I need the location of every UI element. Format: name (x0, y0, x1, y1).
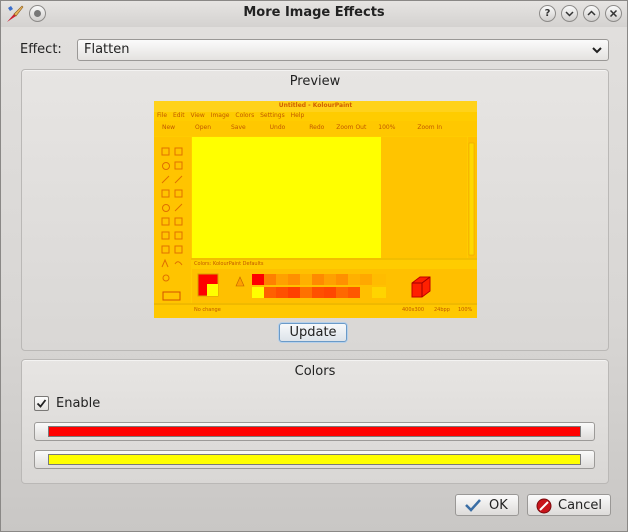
checkmark-icon (36, 399, 47, 408)
preview-tool-undo: Undo (269, 124, 286, 131)
flattened-preview-canvas (154, 101, 477, 318)
preview-group-title: Preview (289, 74, 341, 89)
preview-menu-colors: Colors (235, 112, 255, 119)
preview-thumb-status-size: 400x300 (402, 307, 425, 313)
window-title: More Image Effects (243, 5, 385, 20)
colors-group-title: Colors (294, 364, 336, 379)
preview-tool-save: Save (230, 124, 246, 131)
ok-button-label: OK (489, 498, 508, 513)
preview-tool-open: Open (195, 124, 212, 131)
preview-menu-help: Help (290, 112, 305, 119)
preview-tool-zoom-out: Zoom Out (336, 124, 367, 131)
color2-swatch (48, 454, 581, 465)
effect-select[interactable]: Flatten (77, 39, 609, 61)
preview-group: Preview Untitled - KolourPaint File Edit… (21, 69, 609, 351)
close-button[interactable] (605, 5, 622, 22)
update-button[interactable]: Update (279, 323, 347, 342)
help-button[interactable]: ? (539, 5, 556, 22)
title-bar: More Image Effects ? (1, 1, 627, 27)
color1-swatch (48, 426, 581, 437)
preview-thumb-status-left: No change (194, 307, 221, 313)
color2-button[interactable] (34, 450, 595, 469)
cancel-icon (536, 498, 552, 514)
dialog-window: More Image Effects ? Effect: Flatten Pre… (0, 0, 628, 532)
preview-menu-image: Image (210, 112, 230, 119)
checkmark-icon (465, 499, 481, 512)
minimize-button[interactable] (561, 5, 578, 22)
effect-select-value: Flatten (84, 42, 130, 57)
enable-checkbox[interactable] (34, 396, 49, 411)
preview-tool-redo: Redo (309, 124, 325, 131)
preview-thumb-menu: File Edit View Image Colors Settings Hel… (157, 112, 304, 119)
chevron-down-icon (592, 47, 602, 54)
ok-button[interactable]: OK (455, 494, 519, 516)
preview-thumb-colors-label: Colors: KolourPaint Defaults (194, 261, 264, 267)
close-icon (609, 9, 618, 18)
maximize-button[interactable] (583, 5, 600, 22)
help-icon: ? (544, 7, 551, 19)
preview-image: Untitled - KolourPaint File Edit View Im… (154, 101, 477, 318)
preview-tool-zoom-in: Zoom In (417, 124, 443, 131)
color1-button[interactable] (34, 422, 595, 441)
preview-menu-edit: Edit (172, 112, 185, 119)
cancel-button[interactable]: Cancel (527, 494, 611, 516)
preview-tool-zoom-level: 100% (378, 124, 396, 131)
preview-thumb-title: Untitled - KolourPaint (278, 102, 353, 109)
enable-label: Enable (56, 396, 101, 411)
preview-thumb-toolbar: New Open Save Undo Redo Zoom Out 100% Zo… (162, 124, 442, 131)
chevron-up-icon (587, 10, 596, 16)
preview-tool-new: New (162, 124, 176, 131)
cancel-button-label: Cancel (558, 498, 603, 513)
preview-thumb-status-depth: 24bpp (434, 307, 450, 313)
preview-menu-file: File (157, 112, 168, 119)
preview-menu-view: View (190, 112, 205, 119)
preview-menu-settings: Settings (260, 112, 285, 119)
effect-label: Effect: (20, 42, 62, 57)
update-button-label: Update (289, 325, 337, 340)
preview-thumb-status-zoom: 100% (458, 307, 473, 313)
chevron-down-icon (565, 11, 574, 17)
